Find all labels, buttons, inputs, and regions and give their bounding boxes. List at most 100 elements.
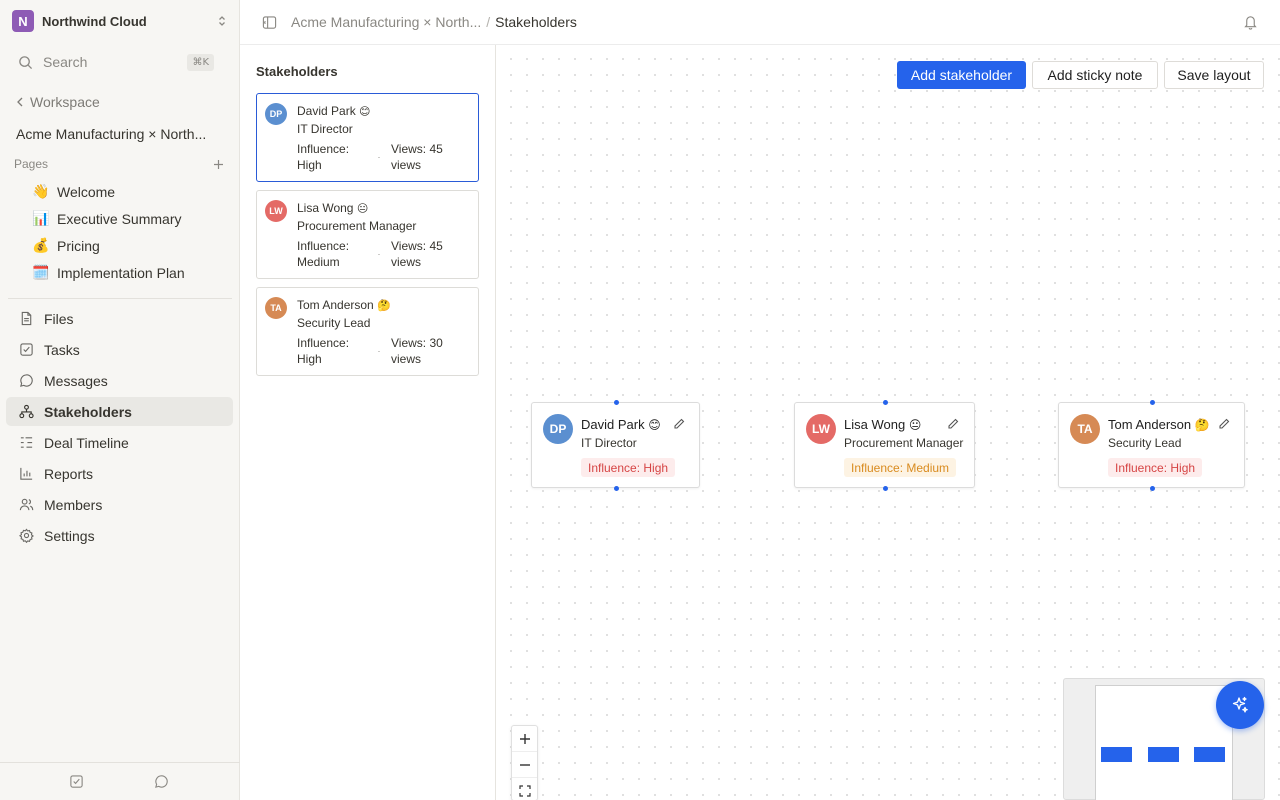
message-icon[interactable] xyxy=(154,774,169,789)
sidebar-item-files[interactable]: Files xyxy=(6,304,233,333)
chevron-left-icon xyxy=(16,97,24,107)
back-label: Workspace xyxy=(30,94,100,110)
views-text: Views: 45 views xyxy=(391,239,443,269)
connection-handle-top[interactable] xyxy=(614,400,619,405)
bar-chart-icon xyxy=(19,466,44,481)
page-item-pricing[interactable]: 💰 Pricing xyxy=(32,236,100,256)
back-to-workspace-link[interactable]: Workspace xyxy=(16,94,100,110)
zoom-in-button[interactable] xyxy=(512,726,537,752)
page-emoji: 📊 xyxy=(32,211,50,227)
page-item-executive-summary[interactable]: 📊 Executive Summary xyxy=(32,209,181,229)
page-header: Acme Manufacturing × North... / Stakehol… xyxy=(240,0,1280,45)
sidebar-footer xyxy=(0,762,240,800)
sparkle-icon xyxy=(1230,695,1250,715)
stakeholder-card-tom-anderson[interactable]: TA Tom Anderson 🤔 Security Lead Influenc… xyxy=(256,287,479,376)
page-item-implementation-plan[interactable]: 🗓️ Implementation Plan xyxy=(32,263,184,283)
stakeholder-name: David Park 😊 xyxy=(297,104,371,118)
stakeholder-node-tom-anderson[interactable]: TA Tom Anderson 🤔 Security Lead Influenc… xyxy=(1058,400,1245,491)
sidebar-item-messages[interactable]: Messages xyxy=(6,366,233,395)
sentiment-emoji: 😊 xyxy=(359,105,371,118)
chevron-up-down-icon xyxy=(216,15,228,27)
add-page-icon[interactable] xyxy=(213,159,224,170)
stakeholder-role: IT Director xyxy=(297,122,353,136)
sidebar: N Northwind Cloud Search ⌘K Workspace Ac… xyxy=(0,0,240,800)
page-label: Executive Summary xyxy=(57,211,182,227)
connection-handle-bottom[interactable] xyxy=(1150,486,1155,491)
sidebar-item-label: Tasks xyxy=(44,341,80,358)
stakeholder-name: Lisa Wong 😐 xyxy=(297,201,368,215)
sidebar-item-stakeholders[interactable]: Stakeholders xyxy=(6,397,233,426)
influence-text: Influence: High xyxy=(297,142,350,172)
fit-view-button[interactable] xyxy=(512,778,537,800)
sidebar-item-label: Reports xyxy=(44,465,94,482)
views-text: Views: 30 views xyxy=(391,336,443,366)
stakeholder-name-text: Lisa Wong xyxy=(297,201,354,215)
breadcrumb-parent[interactable]: Acme Manufacturing × North... xyxy=(291,14,481,30)
ai-assistant-button[interactable] xyxy=(1216,681,1264,729)
project-title[interactable]: Acme Manufacturing × North... xyxy=(16,126,224,142)
search-icon xyxy=(18,55,33,70)
sidebar-item-members[interactable]: Members xyxy=(6,490,233,519)
sidebar-toggle-icon[interactable] xyxy=(262,15,277,30)
workspace-switcher[interactable]: N Northwind Cloud xyxy=(12,10,228,32)
add-stakeholder-button[interactable]: Add stakeholder xyxy=(897,61,1026,89)
node-role: Procurement Manager xyxy=(844,436,964,450)
page-label: Welcome xyxy=(57,184,116,200)
stakeholder-map-canvas[interactable]: Add stakeholder Add sticky note Save lay… xyxy=(497,45,1280,800)
stakeholder-meta: Influence: High · Views: 30 views xyxy=(297,335,472,367)
connection-handle-bottom[interactable] xyxy=(614,486,619,491)
sentiment-emoji: 😐 xyxy=(908,418,922,432)
avatar: DP xyxy=(265,103,287,125)
pages-header: Pages xyxy=(14,157,224,171)
add-sticky-note-button[interactable]: Add sticky note xyxy=(1032,61,1158,89)
stakeholder-card-david-park[interactable]: DP David Park 😊 IT Director Influence: H… xyxy=(256,93,479,182)
save-layout-button[interactable]: Save layout xyxy=(1164,61,1264,89)
search-button[interactable]: Search ⌘K xyxy=(18,50,214,74)
sidebar-item-tasks[interactable]: Tasks xyxy=(6,335,233,364)
meta-separator: · xyxy=(377,152,381,162)
stakeholder-node-lisa-wong[interactable]: LW Lisa Wong 😐 Procurement Manager Influ… xyxy=(794,400,975,491)
meta-separator: · xyxy=(377,346,381,356)
meta-separator: · xyxy=(377,249,381,259)
sidebar-item-label: Deal Timeline xyxy=(44,434,129,451)
page-label: Pricing xyxy=(57,238,100,254)
avatar: DP xyxy=(543,414,573,444)
influence-text: Influence: High xyxy=(297,336,350,366)
sidebar-item-settings[interactable]: Settings xyxy=(6,521,233,550)
edit-pencil-icon[interactable] xyxy=(673,418,685,430)
zoom-out-button[interactable] xyxy=(512,752,537,778)
influence-text: Influence: Medium xyxy=(297,239,350,269)
avatar: TA xyxy=(1070,414,1100,444)
stakeholder-card-lisa-wong[interactable]: LW Lisa Wong 😐 Procurement Manager Influ… xyxy=(256,190,479,279)
stakeholder-node-david-park[interactable]: DP David Park 😊 IT Director Influence: H… xyxy=(531,400,700,491)
search-shortcut: ⌘K xyxy=(187,53,214,71)
sidebar-item-reports[interactable]: Reports xyxy=(6,459,233,488)
stakeholder-name: Tom Anderson 🤔 xyxy=(297,298,391,312)
sidebar-item-deal-timeline[interactable]: Deal Timeline xyxy=(6,428,233,457)
node-role: Security Lead xyxy=(1108,436,1182,450)
breadcrumb-current: Stakeholders xyxy=(495,14,577,30)
connection-handle-top[interactable] xyxy=(1150,400,1155,405)
sidebar-item-label: Stakeholders xyxy=(44,403,132,420)
sidebar-item-label: Messages xyxy=(44,372,108,389)
views-text: Views: 45 views xyxy=(391,142,443,172)
bell-icon[interactable] xyxy=(1243,14,1258,30)
stakeholder-name-text: Tom Anderson xyxy=(297,298,374,312)
workspace-name: Northwind Cloud xyxy=(42,13,147,29)
minimap-node xyxy=(1194,747,1225,762)
node-name-text: Lisa Wong xyxy=(844,417,906,432)
page-item-welcome[interactable]: 👋 Welcome xyxy=(32,182,115,202)
connection-handle-bottom[interactable] xyxy=(883,486,888,491)
connection-handle-top[interactable] xyxy=(883,400,888,405)
minimap-viewport[interactable] xyxy=(1095,685,1233,800)
file-icon xyxy=(19,311,44,326)
sidebar-item-label: Settings xyxy=(44,527,95,544)
avatar: LW xyxy=(806,414,836,444)
sentiment-emoji: 🤔 xyxy=(1194,418,1210,432)
node-name: Tom Anderson 🤔 xyxy=(1108,417,1210,432)
edit-pencil-icon[interactable] xyxy=(1218,418,1230,430)
timeline-icon xyxy=(19,435,44,450)
checkbox-icon[interactable] xyxy=(69,774,84,789)
edit-pencil-icon[interactable] xyxy=(947,418,959,430)
org-chart-icon xyxy=(19,404,44,419)
